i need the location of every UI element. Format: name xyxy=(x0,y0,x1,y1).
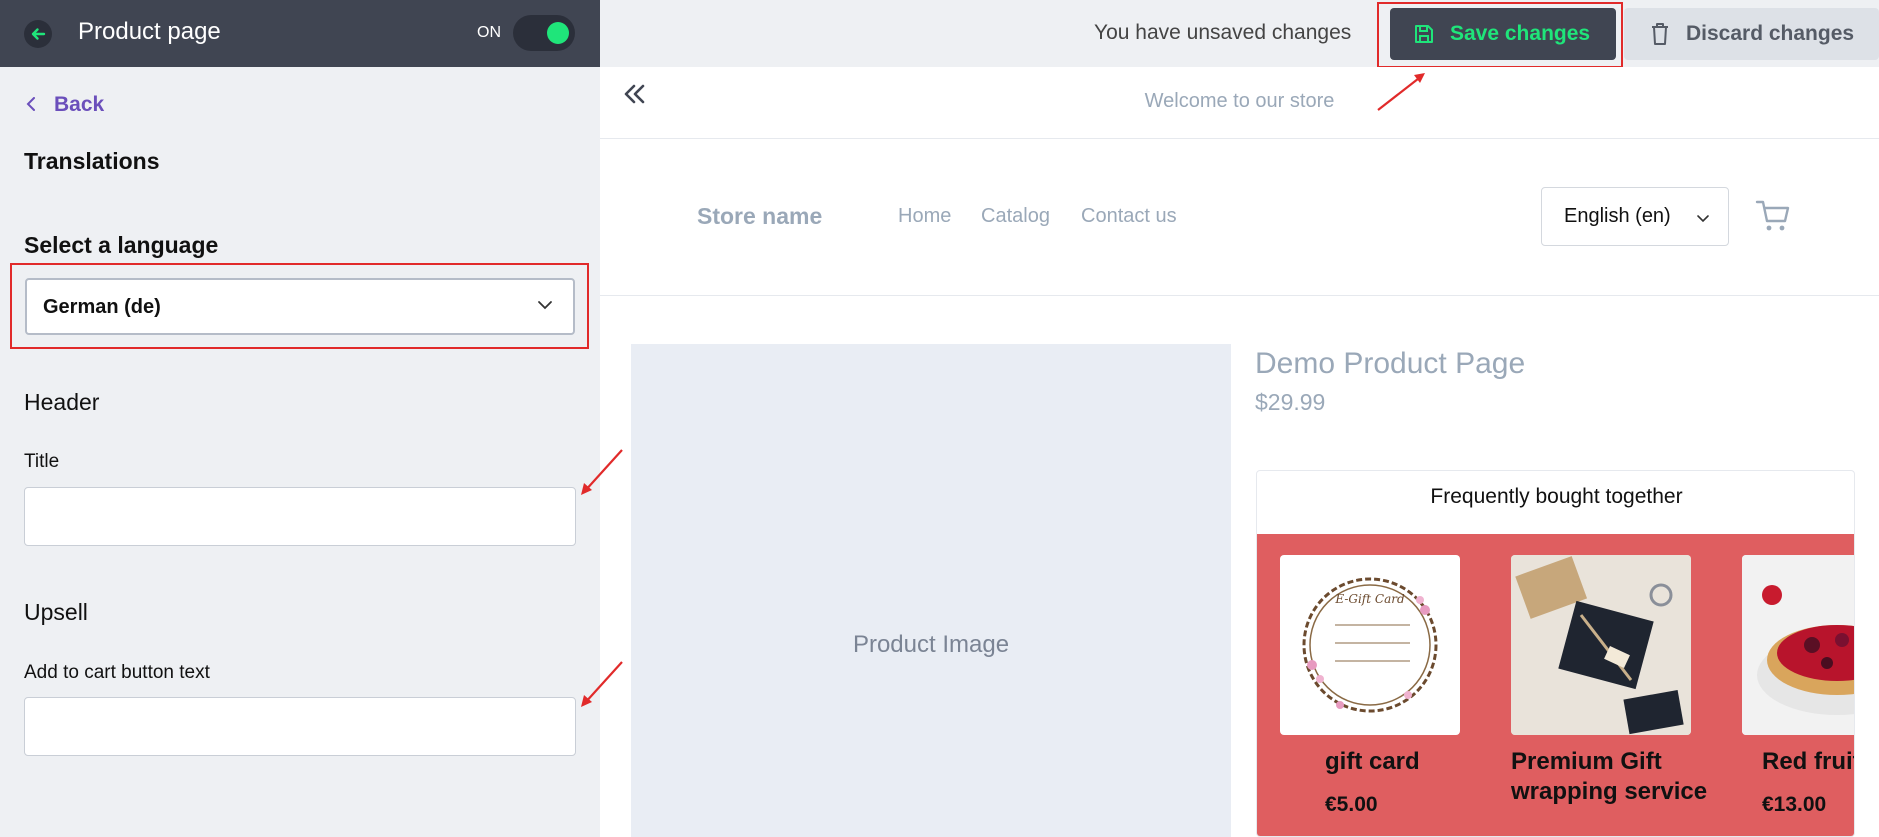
fbt-product-name: Red fruit xyxy=(1762,748,1855,775)
discard-changes-button[interactable]: Discard changes xyxy=(1624,8,1879,60)
fbt-product-card[interactable]: E-Gift Card gift card €5.00 xyxy=(1280,555,1460,816)
section-heading-upsell: Upsell xyxy=(24,599,88,625)
fbt-product-name: Premium Gift wrapping service xyxy=(1511,748,1708,805)
divider xyxy=(600,295,1879,296)
language-select[interactable]: German (de) xyxy=(25,278,575,335)
chevron-left-icon xyxy=(26,93,36,117)
sidebar-header: Product page ON xyxy=(0,0,600,67)
fbt-product-card[interactable]: Red fruit €13.00 xyxy=(1742,555,1854,816)
save-changes-label: Save changes xyxy=(1450,22,1591,45)
toggle-knob xyxy=(547,22,569,44)
fbt-product-carousel: E-Gift Card gift card €5.00 Premium Gift… xyxy=(1257,534,1854,836)
nav-link-contact[interactable]: Contact us xyxy=(1081,205,1177,228)
title-field-label: Title xyxy=(24,451,60,472)
fbt-heading: Frequently bought together xyxy=(1430,485,1683,508)
product-price: $29.99 xyxy=(1255,389,1326,415)
red-fruit-tart-image xyxy=(1742,555,1854,735)
product-image-label: Product Image xyxy=(852,631,1010,658)
translations-sidebar: Product page ON Back Translations Select… xyxy=(0,0,600,837)
back-link-label: Back xyxy=(54,93,105,116)
section-heading-translations: Translations xyxy=(24,148,160,174)
save-icon xyxy=(1415,25,1433,43)
store-language-select[interactable]: English (en) xyxy=(1541,187,1729,246)
store-name[interactable]: Store name xyxy=(697,203,822,230)
language-select-value: German (de) xyxy=(43,296,161,318)
chevron-down-icon xyxy=(1696,210,1710,228)
frequently-bought-together-widget: Frequently bought together E-Gift Card g… xyxy=(1256,470,1855,837)
chevron-down-icon xyxy=(537,297,553,315)
enabled-toggle[interactable] xyxy=(513,15,575,51)
section-heading-header: Header xyxy=(24,389,100,415)
store-language-value: English (en) xyxy=(1564,205,1671,227)
save-changes-button[interactable]: Save changes xyxy=(1390,8,1616,60)
back-link[interactable]: Back xyxy=(26,93,104,117)
announcement-bar: Welcome to our store xyxy=(1144,90,1335,112)
annotation-arrow xyxy=(1377,73,1425,111)
cart-icon[interactable] xyxy=(1755,199,1791,238)
product-image-placeholder: Product Image xyxy=(631,344,1231,837)
product-title: Demo Product Page xyxy=(1255,347,1526,380)
gift-wrapping-image xyxy=(1511,555,1691,735)
divider xyxy=(600,138,1879,139)
annotation-arrow xyxy=(581,661,623,707)
toggle-label: ON xyxy=(477,24,501,41)
fbt-product-card[interactable]: Premium Gift wrapping service xyxy=(1511,555,1707,805)
nav-link-catalog[interactable]: Catalog xyxy=(981,205,1050,228)
add-to-cart-text-input[interactable] xyxy=(24,697,576,756)
store-preview: Welcome to our store Store name Home Cat… xyxy=(600,67,1879,837)
gift-card-image: E-Gift Card xyxy=(1280,555,1460,735)
nav-link-home[interactable]: Home xyxy=(898,205,951,228)
discard-changes-label: Discard changes xyxy=(1686,22,1855,45)
fbt-product-price: €13.00 xyxy=(1762,793,1827,816)
title-input[interactable] xyxy=(24,487,576,546)
fbt-product-price: €5.00 xyxy=(1325,793,1378,816)
page-title: Product page xyxy=(78,18,221,45)
trash-icon xyxy=(1652,23,1668,45)
unsaved-changes-text: You have unsaved changes xyxy=(1094,21,1352,44)
annotation-arrow xyxy=(581,449,623,495)
svg-text:E-Gift Card: E-Gift Card xyxy=(1334,592,1405,606)
fbt-product-name: gift card xyxy=(1325,748,1420,775)
arrow-left-icon xyxy=(31,28,46,40)
add-to-cart-text-label: Add to cart button text xyxy=(24,662,210,683)
back-arrow-button[interactable] xyxy=(24,20,52,48)
select-language-label: Select a language xyxy=(24,232,219,258)
